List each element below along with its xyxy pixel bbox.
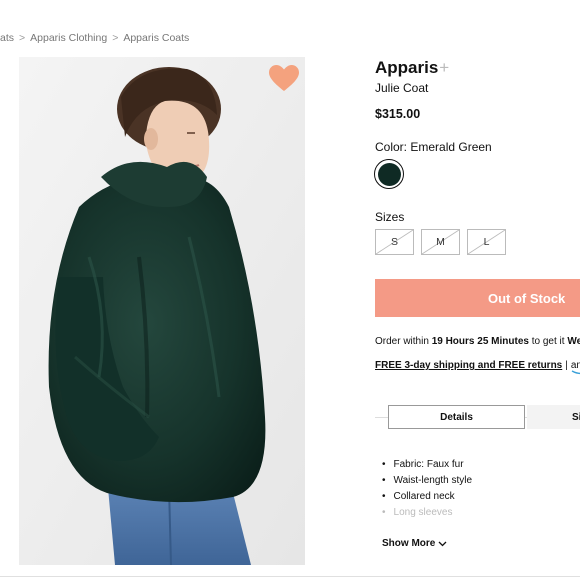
chevron-down-icon bbox=[438, 541, 447, 546]
amazon-smile-icon bbox=[571, 370, 580, 375]
breadcrumb-item-apparis-clothing[interactable]: Apparis Clothing bbox=[30, 32, 107, 44]
breadcrumb-item-apparis-coats[interactable]: Apparis Coats bbox=[123, 32, 189, 44]
show-more-button[interactable]: Show More bbox=[382, 538, 447, 549]
tab-details[interactable]: Details bbox=[388, 405, 525, 429]
list-item: Fabric: Faux fur bbox=[382, 456, 472, 472]
size-label: L bbox=[483, 236, 490, 248]
divider bbox=[0, 576, 580, 577]
product-image[interactable] bbox=[19, 57, 305, 565]
product-price: $315.00 bbox=[375, 107, 421, 121]
size-option-l[interactable]: L bbox=[467, 229, 506, 255]
product-title: Julie Coat bbox=[375, 81, 429, 95]
list-item: Collared neck bbox=[382, 488, 472, 504]
size-option-s[interactable]: S bbox=[375, 229, 414, 255]
size-options: S M L bbox=[375, 229, 506, 255]
color-label: Color: Emerald Green bbox=[375, 140, 492, 154]
breadcrumb-item-coats[interactable]: ats bbox=[0, 32, 14, 44]
sizes-label: Sizes bbox=[375, 210, 405, 224]
heart-icon[interactable] bbox=[268, 64, 300, 92]
amazon-prime-logo: amazo bbox=[571, 360, 580, 375]
breadcrumb-separator: > bbox=[112, 32, 119, 44]
breadcrumb: ats > Apparis Clothing > Apparis Coats bbox=[0, 32, 189, 44]
list-item: Waist-length style bbox=[382, 472, 473, 488]
delivery-countdown: 19 Hours 25 Minutes bbox=[431, 336, 529, 347]
list-item: Long sleeves bbox=[382, 504, 472, 520]
brand-name[interactable]: Apparis+ bbox=[375, 58, 449, 78]
size-label: M bbox=[436, 236, 445, 248]
free-shipping-link[interactable]: FREE 3-day shipping and FREE returns bbox=[375, 360, 562, 371]
shipping-separator: | bbox=[565, 360, 568, 371]
feature-list: Fabric: Faux fur Waist-length style Coll… bbox=[382, 456, 473, 520]
tab-size-fit[interactable]: Si bbox=[527, 405, 580, 429]
show-more-label: Show More bbox=[382, 538, 436, 549]
delivery-estimate: Order within 19 Hours 25 Minutes to get … bbox=[375, 336, 580, 347]
swatch-fill bbox=[377, 162, 401, 186]
color-swatch-emerald-green[interactable] bbox=[374, 159, 404, 189]
breadcrumb-separator: > bbox=[19, 32, 26, 44]
out-of-stock-button[interactable]: Out of Stock bbox=[375, 279, 580, 317]
delivery-day: Wed bbox=[567, 336, 580, 347]
shipping-info: FREE 3-day shipping and FREE returns|ama… bbox=[375, 360, 580, 375]
follow-brand-plus-icon[interactable]: + bbox=[439, 58, 449, 77]
size-option-m[interactable]: M bbox=[421, 229, 460, 255]
size-label: S bbox=[390, 236, 398, 248]
product-photo bbox=[19, 57, 305, 565]
